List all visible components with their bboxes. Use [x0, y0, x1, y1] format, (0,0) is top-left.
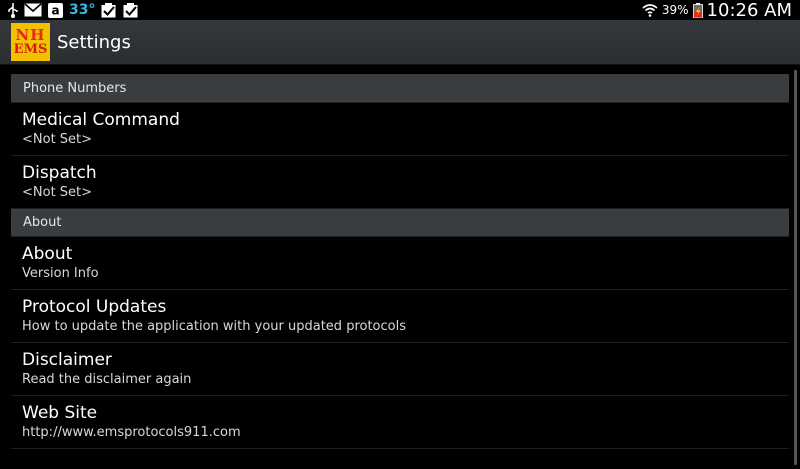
pref-dispatch[interactable]: Dispatch <Not Set> — [11, 156, 789, 209]
pref-title: Dispatch — [22, 163, 97, 183]
mail-icon — [24, 3, 42, 17]
clock: 10:26 AM — [706, 0, 792, 21]
temperature-text: 33° — [69, 2, 96, 18]
checkbox-icon — [101, 2, 117, 18]
battery-icon — [692, 2, 703, 18]
pref-protocol-updates[interactable]: Protocol Updates How to update the appli… — [11, 290, 789, 343]
logo-line-2: EMS — [13, 42, 48, 57]
page-title: Settings — [57, 31, 131, 53]
pref-about[interactable]: About Version Info — [11, 237, 789, 290]
pref-summary: How to update the application with your … — [22, 319, 406, 334]
status-bar: a 33° 39% 10:26 AM — [0, 0, 800, 21]
pref-title: Disclaimer — [22, 350, 112, 370]
svg-text:a: a — [51, 3, 59, 17]
pref-title: Medical Command — [22, 110, 180, 130]
wifi-icon — [642, 3, 658, 17]
amazon-icon: a — [48, 2, 63, 18]
pref-disclaimer[interactable]: Disclaimer Read the disclaimer again — [11, 343, 789, 396]
pref-web-site[interactable]: Web Site http://www.emsprotocols911.com — [11, 396, 789, 449]
section-header-about: About — [11, 209, 789, 237]
pref-summary: <Not Set> — [22, 132, 93, 147]
checkbox-icon — [123, 2, 139, 18]
app-logo[interactable]: NH EMS — [11, 23, 50, 61]
scrollbar[interactable] — [794, 70, 797, 465]
pref-summary: Version Info — [22, 266, 99, 281]
pref-title: About — [22, 244, 73, 264]
pref-summary: <Not Set> — [22, 185, 93, 200]
usb-icon — [8, 2, 18, 18]
pref-medical-command[interactable]: Medical Command <Not Set> — [11, 103, 789, 156]
action-bar: NH EMS Settings — [0, 20, 800, 65]
logo-line-1: NH — [15, 26, 46, 44]
battery-percent: 39% — [661, 3, 689, 17]
settings-list: Phone Numbers Medical Command <Not Set> … — [11, 64, 789, 469]
section-header-phone-numbers: Phone Numbers — [11, 74, 789, 103]
pref-summary: http://www.emsprotocols911.com — [22, 425, 241, 440]
pref-summary: Read the disclaimer again — [22, 372, 192, 387]
pref-title: Protocol Updates — [22, 297, 167, 317]
pref-title: Web Site — [22, 403, 98, 423]
